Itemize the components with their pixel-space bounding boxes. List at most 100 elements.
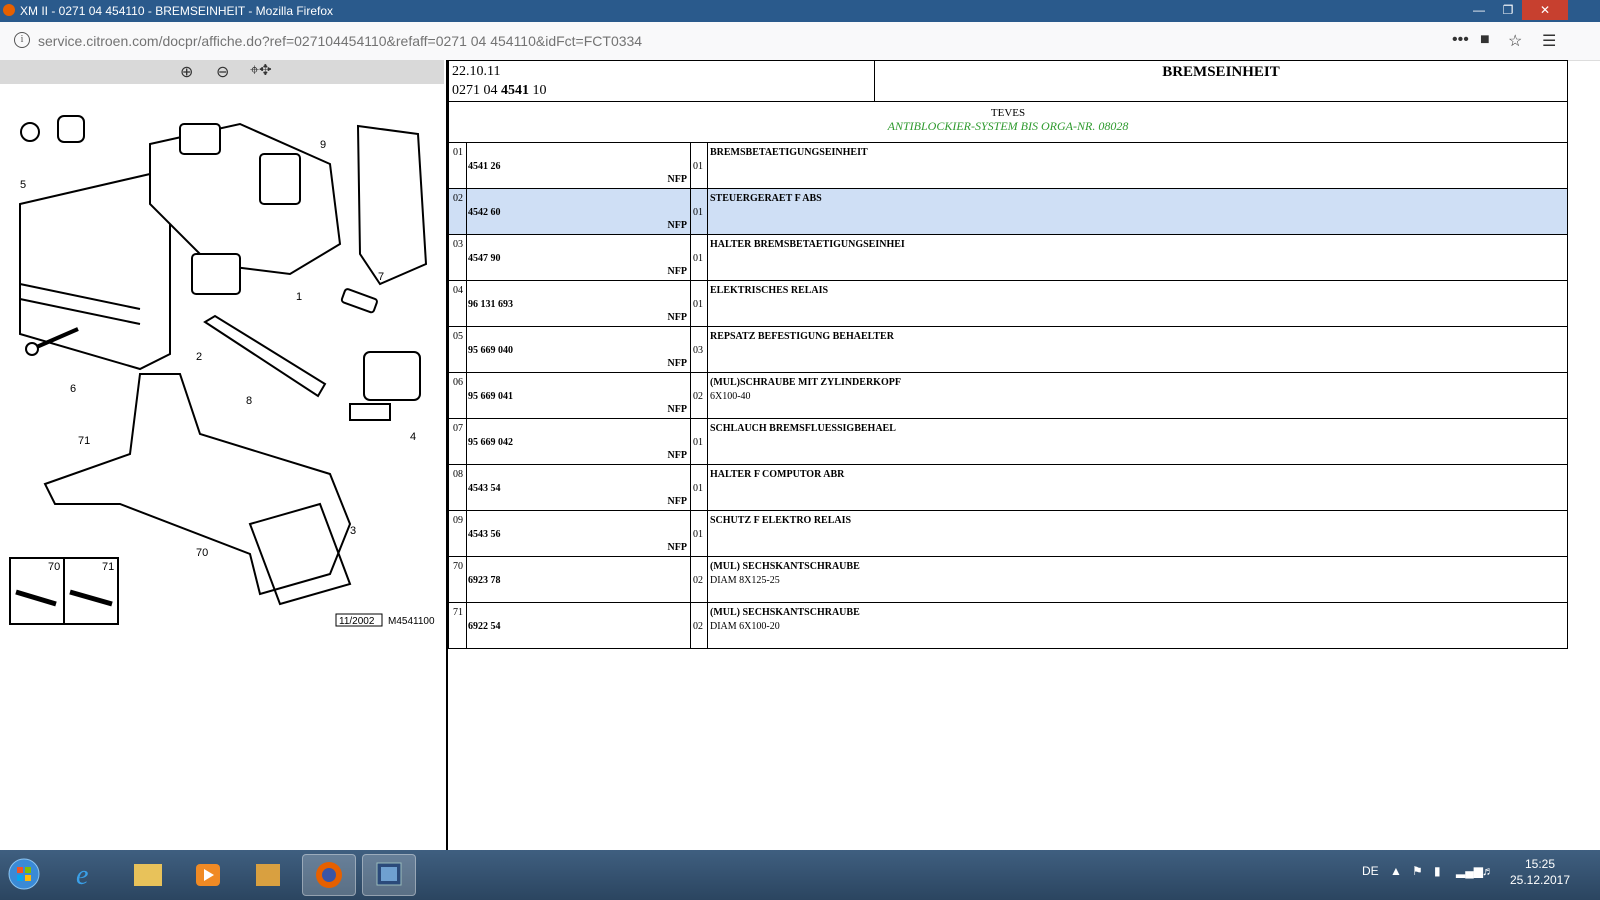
part-position: 04 [453, 285, 463, 296]
table-row[interactable]: 03 4547 90 NFP 01 HALTER BREMSBETAETIGUNGSEI… [448, 235, 1568, 281]
media-player-icon[interactable] [182, 854, 234, 894]
table-row[interactable]: 06 95 669 041 NFP 02 (MUL)SCHRAUBE MIT ZYLIN… [448, 373, 1568, 419]
part-position: 71 [453, 607, 463, 618]
table-row[interactable]: 70 6923 78 02 (MUL) SECHSKANTSCHRAUBE DIAM 8… [448, 557, 1568, 603]
header-ref: 0271 04 4541 10 [452, 83, 547, 98]
table-row[interactable]: 01 4541 26 NFP 01 BREMSBETAETIGUNGSEINHEIT [448, 143, 1568, 189]
part-position: 70 [453, 561, 463, 572]
reservoir-shield-shape [356, 124, 428, 286]
part-number: 4542 60 [468, 207, 501, 218]
part-description: (MUL)SCHRAUBE MIT ZYLINDERKOPF [710, 377, 901, 388]
bushing-shape [20, 122, 40, 142]
part-position: 02 [453, 193, 463, 204]
table-row[interactable]: 04 96 131 693 NFP 01 ELEKTRISCHES RELAIS [448, 281, 1568, 327]
menu-icon[interactable]: ☰ [1542, 31, 1556, 51]
nfp-flag: NFP [667, 312, 687, 323]
zoom-out-icon[interactable]: ⊖ [216, 62, 229, 82]
zoom-in-icon[interactable]: ⊕ [180, 62, 193, 82]
part-number: 95 669 042 [468, 437, 513, 448]
volume-icon[interactable]: ♬ [1482, 864, 1494, 878]
start-button[interactable] [0, 854, 48, 894]
control-panel-icon[interactable] [242, 854, 294, 894]
part-description: ELEKTRISCHES RELAIS [710, 285, 829, 296]
signal-icon[interactable]: ▂▄▆ [1456, 864, 1483, 878]
diagram-label: 5 [20, 179, 26, 191]
bushing-shape [57, 115, 85, 143]
battery-icon[interactable]: ▮ [1434, 864, 1441, 878]
clock[interactable]: 15:25 25.12.2017 [1500, 856, 1580, 888]
part-description: (MUL) SECHSKANTSCHRAUBE [710, 607, 860, 618]
ie-icon[interactable]: e [62, 854, 114, 894]
network-flag-icon[interactable]: ⚑ [1412, 864, 1423, 878]
parts-subheader: TEVES ANTIBLOCKIER-SYSTEM BIS ORGA-NR. 0… [448, 101, 1568, 143]
svg-text:e: e [76, 860, 88, 891]
bracket-bar-shape [203, 314, 327, 398]
part-quantity: 01 [693, 529, 703, 540]
header-title: BREMSEINHEIT [1162, 64, 1280, 80]
part-quantity: 01 [693, 161, 703, 172]
pocket-icon[interactable]: ■ [1480, 31, 1490, 49]
diagram-label: 2 [196, 351, 202, 363]
part-description: HALTER BREMSBETAETIGUNGSEINHEI [710, 239, 905, 250]
address-bar: i service.citroen.com/docpr/affiche.do?r… [0, 22, 1600, 61]
part-number: 4547 90 [468, 253, 501, 264]
part-number: 95 669 041 [468, 391, 513, 402]
maker-label: TEVES [990, 107, 1026, 119]
part-position: 05 [453, 331, 463, 342]
part-number: 4543 54 [468, 483, 501, 494]
restore-button[interactable]: ❐ [1494, 0, 1522, 20]
part-quantity: 02 [693, 391, 703, 402]
explorer-icon[interactable] [122, 854, 174, 894]
info-icon[interactable]: i [14, 32, 30, 48]
part-quantity: 02 [693, 575, 703, 586]
clock-time: 15:25 [1524, 857, 1556, 871]
part-number: 6923 78 [468, 575, 501, 586]
nfp-flag: NFP [667, 174, 687, 185]
part-quantity: 01 [693, 299, 703, 310]
part-number: 4541 26 [468, 161, 501, 172]
table-row[interactable]: 09 4543 56 NFP 01 SCHUTZ F ELEKTRO RELAIS [448, 511, 1568, 557]
app-window-icon[interactable] [362, 854, 416, 896]
more-actions-icon[interactable]: ••• [1452, 31, 1469, 49]
part-quantity: 01 [693, 437, 703, 448]
table-row[interactable]: 71 6922 54 02 (MUL) SECHSKANTSCHRAUBE DIAM 6… [448, 603, 1568, 649]
diagram-code: M4541100 [388, 616, 435, 627]
part-quantity: 02 [693, 621, 703, 632]
part-description: STEUERGERAET F ABS [710, 193, 822, 204]
diagram-stamp: 11/2002 [339, 616, 375, 627]
zoom-pan-icon[interactable]: ⌖✥ [250, 62, 272, 80]
tray-expand-icon[interactable]: ▲ [1390, 864, 1402, 878]
part-spec: 6X100-40 [710, 391, 751, 402]
part-position: 08 [453, 469, 463, 480]
relay-shape [363, 351, 421, 401]
clock-date: 25.12.2017 [1509, 873, 1571, 887]
diagram-label: 70 [196, 547, 208, 559]
part-position: 09 [453, 515, 463, 526]
close-button[interactable]: ✕ [1522, 0, 1568, 20]
part-number: 95 669 040 [468, 345, 513, 356]
control-unit-shape [19, 172, 171, 371]
part-description: SCHLAUCH BREMSFLUESSIGBEHAEL [710, 423, 896, 434]
url-field[interactable]: service.citroen.com/docpr/affiche.do?ref… [38, 33, 642, 49]
taskbar: e DE ▲ ⚑ ▮ ▂▄▆ ♬ 15:25 25.12.2017 [0, 850, 1600, 900]
diagram-label: 71 [102, 561, 114, 573]
diagram-label: 9 [320, 139, 326, 151]
language-indicator[interactable]: DE [1362, 864, 1379, 878]
zoom-toolbar: ⊕ ⊖ ⌖✥ [0, 60, 444, 84]
header-date: 22.10.11 [452, 64, 501, 79]
firefox-icon [3, 4, 15, 16]
part-description: SCHUTZ F ELEKTRO RELAIS [710, 515, 852, 526]
nfp-flag: NFP [667, 404, 687, 415]
table-row[interactable]: 02 4542 60 NFP 01 STEUERGERAET F ABS [448, 189, 1568, 235]
parts-diagram: 9 5 7 1 2 6 8 4 71 3 70 70 71 11/2002 M4… [9, 115, 435, 627]
nfp-flag: NFP [667, 220, 687, 231]
nfp-flag: NFP [667, 266, 687, 277]
minimize-button[interactable]: — [1465, 0, 1493, 20]
table-row[interactable]: 05 95 669 040 NFP 03 REPSATZ BEFESTIGUNG BEH… [448, 327, 1568, 373]
bookmark-star-icon[interactable]: ☆ [1508, 31, 1522, 51]
parts-list-panel: 22.10.11 0271 04 4541 10 BREMSEINHEIT TE… [448, 60, 1600, 850]
table-row[interactable]: 07 95 669 042 NFP 01 SCHLAUCH BREMSFLUESSIGB… [448, 419, 1568, 465]
part-number: 4543 56 [468, 529, 501, 540]
table-row[interactable]: 08 4543 54 NFP 01 HALTER F COMPUTOR ABR [448, 465, 1568, 511]
firefox-taskbar-icon[interactable] [302, 854, 356, 896]
